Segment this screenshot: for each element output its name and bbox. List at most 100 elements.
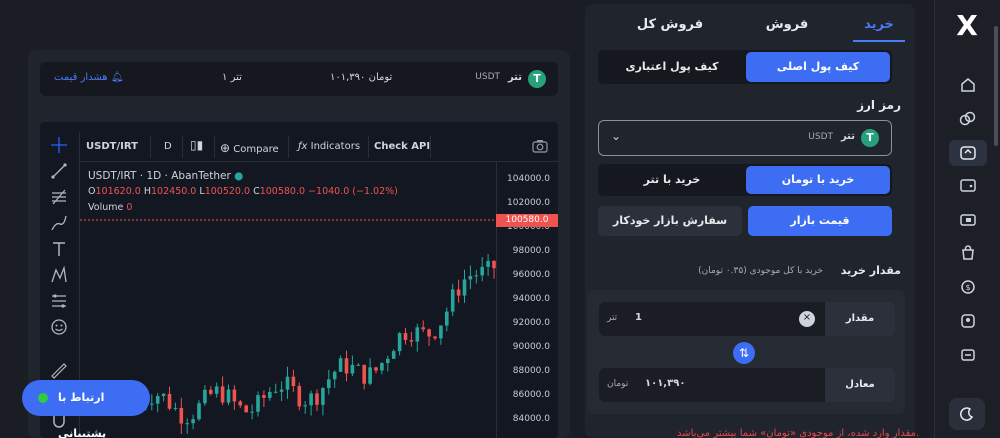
candle-body — [297, 386, 302, 407]
text-tool-icon[interactable] — [50, 240, 68, 258]
candle-body — [155, 395, 160, 404]
market-qty: ۱ تتر — [222, 72, 242, 83]
home-icon[interactable] — [957, 74, 979, 96]
candle-body — [480, 266, 484, 276]
buy-with-toman-button[interactable]: خرید با تومان — [746, 166, 890, 194]
current-price-tag: 100580.0 — [496, 214, 558, 228]
candle-body — [273, 391, 278, 393]
candle-body — [427, 329, 431, 337]
trendline-icon[interactable] — [50, 162, 68, 180]
symbol-selector[interactable]: USDT/IRT — [86, 141, 138, 152]
moon-icon[interactable] — [949, 398, 985, 430]
equivalent-side-label: معادل — [825, 368, 895, 402]
quantity-unit: تتر — [607, 313, 618, 323]
candles-icon[interactable]: ▯▮ — [190, 138, 203, 152]
candle-body — [403, 333, 408, 341]
candle-body — [173, 407, 178, 409]
candle-body — [332, 371, 337, 380]
check-api-button[interactable]: Check API — [374, 141, 430, 152]
price-scale[interactable]: 104000.0102000.0100000.098000.096000.094… — [496, 162, 558, 438]
interval-selector[interactable]: D — [164, 141, 172, 152]
user-icon[interactable] — [957, 310, 979, 332]
wallet-lock-icon[interactable] — [957, 208, 979, 230]
auto-order-button[interactable]: سفارش بازار خودکار — [598, 206, 742, 236]
camera-icon[interactable] — [532, 139, 548, 156]
candle-body — [214, 386, 219, 394]
candle-body — [197, 403, 201, 420]
app-root: X $ خرید فروش فروش کل کیف پول اصلی کیف پ… — [0, 0, 1000, 438]
candle-body — [433, 336, 437, 339]
shopping-bag-icon[interactable] — [957, 242, 979, 264]
price-tick: 98000.0 — [512, 246, 550, 256]
trade-icon[interactable] — [949, 140, 987, 166]
price-alert-label: هشدار قیمت — [54, 72, 108, 83]
price-tick: 94000.0 — [512, 294, 550, 304]
candle-body — [167, 393, 172, 409]
equivalent-field[interactable]: معادل ۱۰۱,۳۹۰ تومان — [599, 368, 895, 402]
compare-label: Compare — [233, 144, 279, 155]
main-wallet-button[interactable]: کیف پول اصلی — [746, 52, 890, 82]
candle-body — [474, 275, 479, 277]
amount-box: مقدار × 1 تتر ⇅ معادل ۱۰۱,۳۹۰ تومان — [587, 290, 905, 414]
tab-buy[interactable]: خرید — [853, 10, 905, 42]
swap-icon[interactable]: ⇅ — [733, 342, 755, 364]
candle-body — [244, 405, 248, 413]
coin-transfer-icon[interactable]: $ — [957, 276, 979, 298]
quantity-field[interactable]: مقدار × 1 تتر — [599, 302, 895, 336]
pattern-icon[interactable] — [50, 266, 68, 284]
candle-body — [409, 340, 414, 342]
prediction-icon[interactable] — [50, 292, 68, 310]
compare-button[interactable]: ⊕ Compare — [220, 141, 279, 155]
invoice-icon[interactable] — [957, 344, 979, 366]
candle-body — [315, 393, 319, 405]
currency-select[interactable]: T تتر USDT ⌄ — [598, 120, 892, 156]
brush-icon[interactable] — [50, 214, 68, 232]
credit-wallet-button[interactable]: کیف پول اعتباری — [600, 52, 744, 82]
candle-body — [368, 367, 372, 384]
online-status-icon — [38, 393, 48, 403]
trade-panel: خرید فروش فروش کل پورتفو کیف پول اصلی کی… — [585, 4, 919, 438]
candle-body — [303, 405, 307, 407]
logo-icon[interactable]: X — [949, 8, 985, 44]
tab-sell[interactable]: فروش — [765, 10, 809, 42]
balance-note[interactable]: خرید با کل موجودی (۰.۳۵ تومان) — [698, 266, 823, 276]
candle-body — [356, 364, 361, 366]
crosshair-icon[interactable] — [50, 136, 68, 154]
page-scrollbar[interactable] — [994, 26, 998, 146]
price-alert-link[interactable]: هشدار قیمت 🔔︎ — [54, 72, 124, 83]
coins-icon[interactable] — [957, 108, 979, 130]
market-code: USDT — [475, 72, 500, 82]
buy-with-toggle: خرید با تومان خرید با تتر — [598, 164, 892, 196]
market-price-button[interactable]: قیمت بازار — [748, 206, 892, 236]
candle-body — [362, 364, 366, 384]
wallet-icon[interactable] — [957, 174, 979, 196]
candle-body — [256, 395, 260, 412]
tab-sell-portfolio[interactable]: فروش کل پورتفو — [615, 10, 725, 62]
candle-body — [321, 388, 325, 405]
market-name: تتر — [507, 72, 522, 83]
side-rail: X $ — [934, 0, 1000, 438]
emoji-icon[interactable] — [50, 318, 68, 336]
candle-body — [421, 327, 425, 330]
equivalent-value: ۱۰۱,۳۹۰ — [645, 378, 686, 389]
support-chat-button[interactable]: ارتباط با پشتیبانی — [22, 380, 150, 438]
market-price: ۱۰۱,۳۹۰ تومان — [330, 72, 393, 83]
quantity-side-label: مقدار — [825, 302, 895, 336]
candle-body — [350, 364, 355, 374]
candle-body — [456, 289, 461, 296]
buy-with-tether-button[interactable]: خرید با تتر — [600, 166, 744, 194]
candle-body — [268, 391, 272, 398]
currency-name: تتر — [840, 131, 855, 142]
chevron-down-icon: ⌄ — [611, 129, 622, 143]
fib-icon[interactable] — [50, 188, 68, 206]
candle-body — [238, 401, 243, 406]
clear-icon[interactable]: × — [799, 311, 815, 327]
price-tick: 92000.0 — [512, 318, 550, 328]
indicators-button[interactable]: ƒx Indicators — [298, 141, 360, 152]
candle-body — [226, 389, 231, 403]
ruler-icon[interactable] — [50, 362, 68, 380]
candle-body — [486, 260, 490, 267]
candle-body — [309, 393, 313, 406]
candle-body — [415, 327, 420, 342]
candle-body — [397, 333, 402, 352]
